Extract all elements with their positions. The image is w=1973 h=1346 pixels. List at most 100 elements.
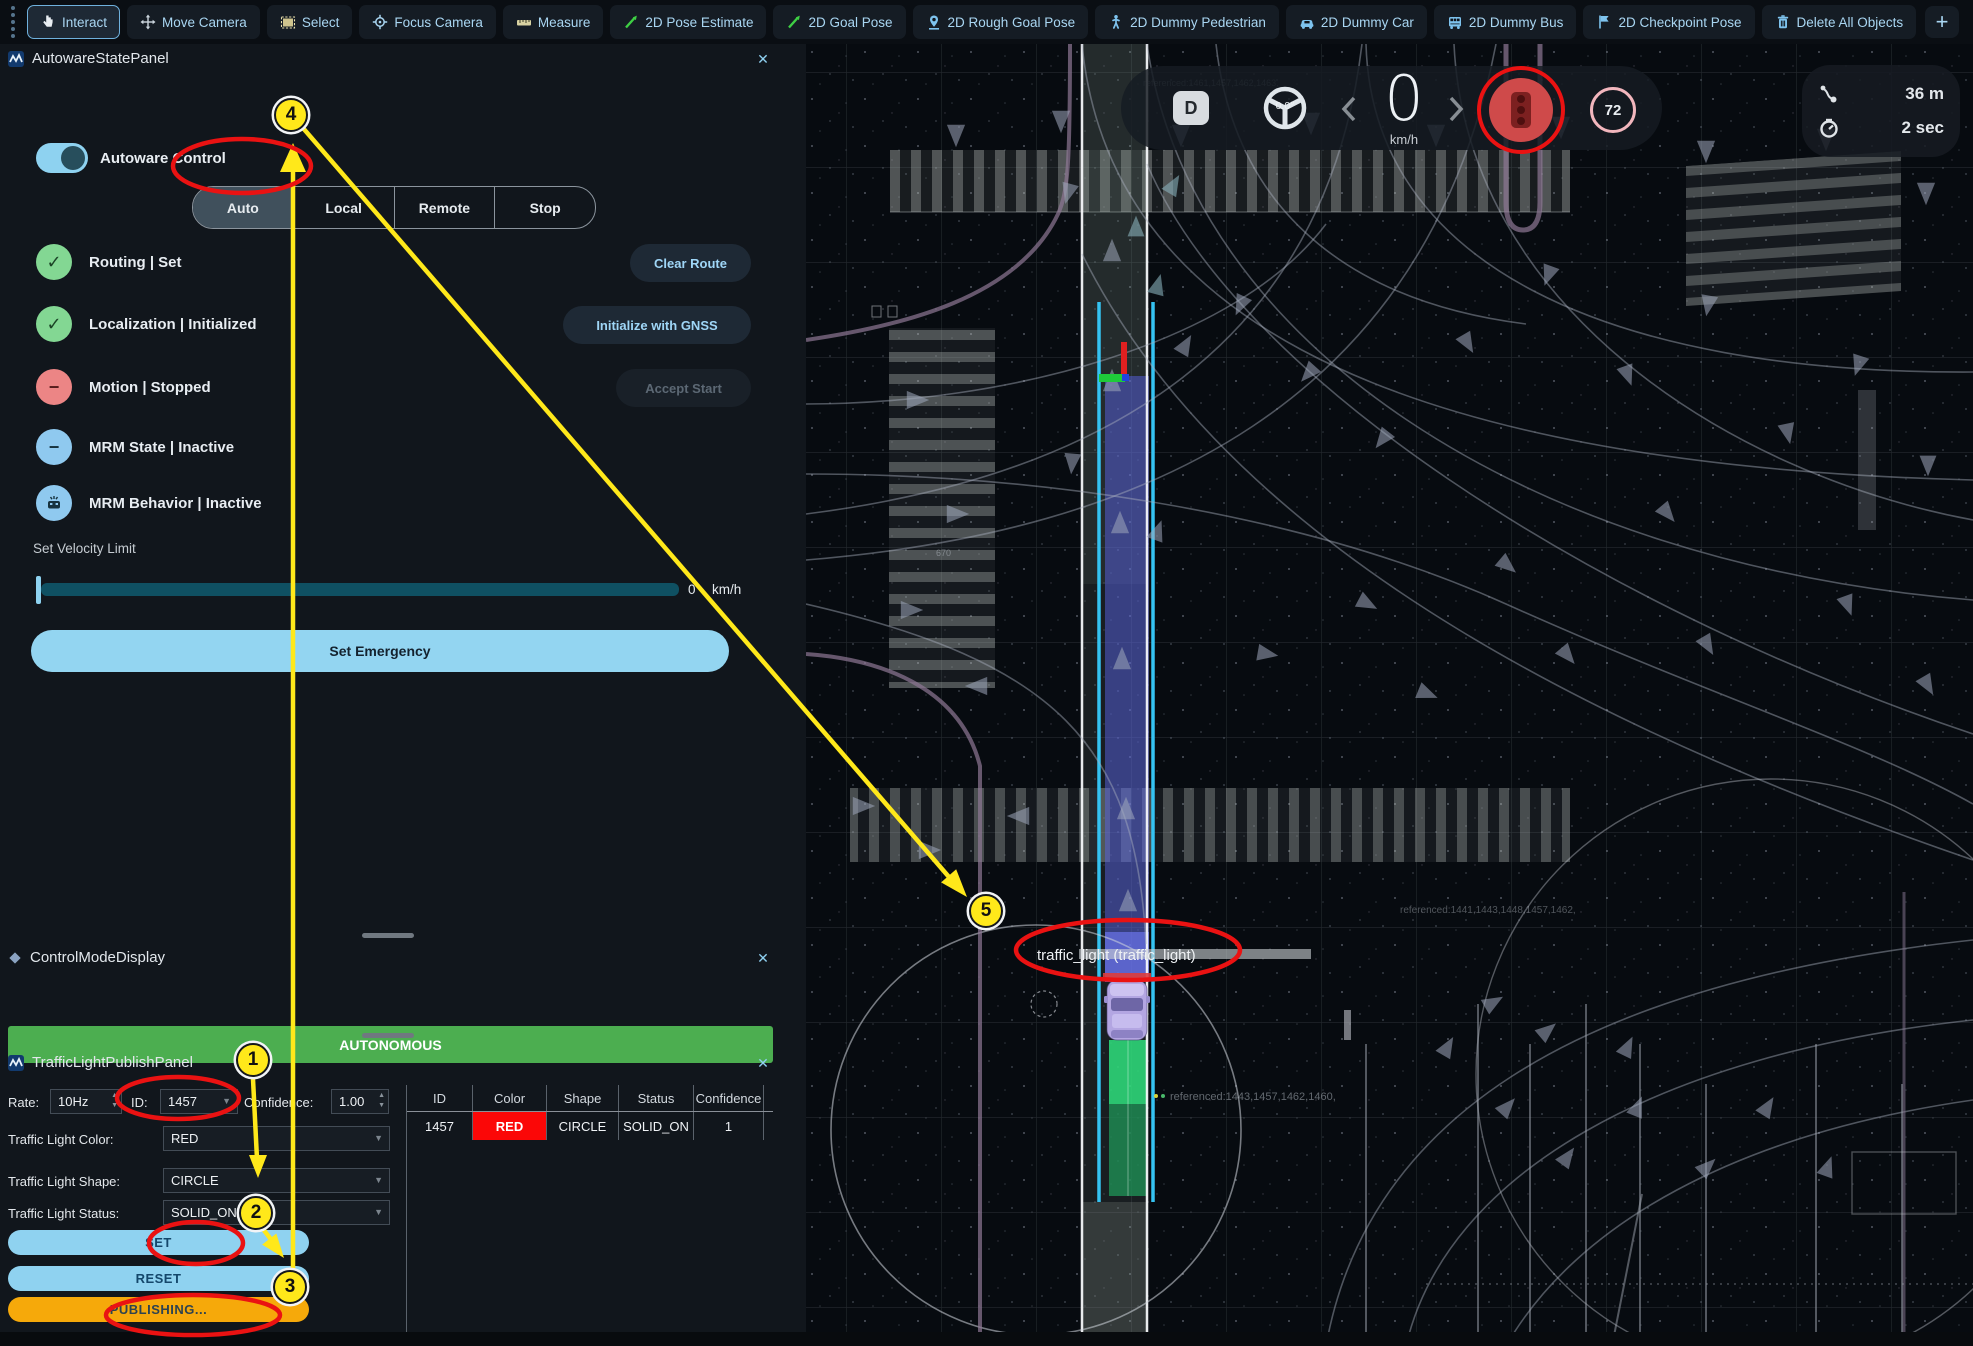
tool-delete-all-objects[interactable]: Delete All Objects [1762, 5, 1917, 39]
window-bottom-edge [0, 1332, 1973, 1346]
map-reference-label: referenced:1443,1457,1462,1460, [1170, 1091, 1336, 1103]
table-row[interactable]: 1457 RED CIRCLE SOLID_ON 1 [407, 1112, 773, 1140]
ego-corridor [1082, 44, 1153, 1346]
toolbar-grip-icon[interactable] [6, 7, 20, 37]
traffic-light-icon [1511, 92, 1531, 128]
tool-2d-rough-goal-pose[interactable]: 2D Rough Goal Pose [913, 5, 1089, 39]
tool-interact[interactable]: Interact [27, 5, 120, 39]
steering-angle-value: 0.0° [1262, 100, 1308, 112]
tool-label: Interact [62, 15, 107, 30]
spin-up-icon[interactable]: ▲ [111, 1091, 118, 1101]
color-select-label: Traffic Light Color: [8, 1132, 114, 1147]
confidence-input[interactable]: 1.00 ▲▼ [331, 1089, 389, 1114]
shape-select[interactable]: CIRCLE ▼ [163, 1168, 390, 1193]
tool-label: Move Camera [162, 15, 247, 30]
velocity-limit-label: Set Velocity Limit [33, 541, 136, 556]
rate-value: 10Hz [58, 1094, 88, 1109]
tool-2d-dummy-bus[interactable]: 2D Dummy Bus [1434, 5, 1577, 39]
autoware-control-toggle[interactable] [36, 143, 88, 173]
autoware-state-panel-header: AutowareStatePanel [8, 50, 169, 67]
panel-drag-handle[interactable] [362, 1033, 414, 1038]
mode-remote[interactable]: Remote [395, 187, 496, 228]
tool-2d-dummy-car[interactable]: 2D Dummy Car [1286, 5, 1427, 39]
autoware-control-label: Autoware Control [100, 150, 226, 167]
rate-label: Rate: [8, 1095, 39, 1110]
initialize-with-gnss-button[interactable]: Initialize with GNSS [563, 306, 751, 344]
close-panel-button[interactable]: ✕ [754, 949, 772, 967]
spin-down-icon[interactable]: ▼ [378, 1101, 385, 1111]
tool-label: Focus Camera [394, 15, 483, 30]
gear-indicator: D [1173, 91, 1209, 125]
col-shape: Shape [547, 1085, 619, 1111]
left-panel-stack: AutowareStatePanel ✕ Autoware Control Au… [0, 44, 806, 1346]
id-value: 1457 [168, 1094, 197, 1109]
status-select[interactable]: SOLID_ON ▼ [163, 1200, 390, 1225]
confidence-label: Confidence: [244, 1095, 313, 1110]
mode-auto[interactable]: Auto [193, 187, 294, 228]
diamond-icon [8, 951, 22, 965]
tool-label: 2D Goal Pose [808, 15, 892, 30]
status-mrm-state: − MRM State | Inactive [36, 429, 234, 465]
close-panel-button[interactable]: ✕ [754, 50, 772, 68]
chevron-right-icon[interactable] [1446, 94, 1466, 124]
tool-2d-goal-pose[interactable]: 2D Goal Pose [773, 5, 905, 39]
goal-arrow-icon [786, 14, 802, 30]
col-id: ID [407, 1085, 473, 1111]
mode-local[interactable]: Local [294, 187, 395, 228]
tool-measure[interactable]: Measure [503, 5, 604, 39]
flag-icon [1596, 14, 1612, 30]
check-icon: ✓ [36, 244, 72, 280]
tool-2d-pose-estimate[interactable]: 2D Pose Estimate [610, 5, 766, 39]
tool-label: 2D Dummy Car [1321, 15, 1414, 30]
status-select-value: SOLID_ON [171, 1205, 237, 1220]
shape-select-value: CIRCLE [171, 1173, 219, 1188]
accept-start-button[interactable]: Accept Start [616, 369, 751, 407]
tool-label: 2D Rough Goal Pose [948, 15, 1076, 30]
cell-color: RED [473, 1112, 547, 1140]
set-button[interactable]: SET [8, 1230, 309, 1255]
shape-select-label: Traffic Light Shape: [8, 1174, 120, 1189]
color-select[interactable]: RED ▼ [163, 1126, 390, 1151]
tool-label: Delete All Objects [1797, 15, 1904, 30]
ego-vehicle [1104, 980, 1150, 1040]
col-confidence: Confidence [694, 1085, 764, 1111]
reset-button[interactable]: RESET [8, 1266, 309, 1291]
pedestrian-icon [1108, 14, 1124, 30]
stopwatch-icon [1818, 117, 1840, 139]
emergency-vehicle-icon [36, 485, 72, 521]
velocity-slider-track[interactable] [41, 583, 679, 596]
publishing-button[interactable]: PUBLISHING... [8, 1297, 309, 1322]
hand-cursor-icon [40, 14, 56, 30]
velocity-unit: km/h [712, 582, 741, 597]
toggle-knob [61, 146, 85, 170]
spin-down-icon[interactable]: ▼ [111, 1101, 118, 1111]
chevron-down-icon: ▼ [374, 1207, 383, 1217]
chevron-left-icon[interactable] [1339, 94, 1359, 124]
tool-label: 2D Pose Estimate [645, 15, 753, 30]
tool-2d-dummy-pedestrian[interactable]: 2D Dummy Pedestrian [1095, 5, 1279, 39]
id-combo[interactable]: 1457 ▼ [160, 1089, 238, 1114]
spin-up-icon[interactable]: ▲ [378, 1091, 385, 1101]
panel-title: ControlModeDisplay [30, 949, 165, 966]
bus-icon [1447, 14, 1463, 30]
cell-id: 1457 [407, 1112, 473, 1140]
tool-select[interactable]: Select [267, 5, 353, 39]
map-canvas: traffic_light (traffic_light) referenced… [806, 44, 1973, 1346]
panel-drag-handle[interactable] [362, 933, 414, 938]
clear-route-button[interactable]: Clear Route [630, 244, 751, 282]
add-tool-button[interactable]: + [1925, 6, 1959, 38]
mode-stop[interactable]: Stop [495, 187, 595, 228]
close-panel-button[interactable]: ✕ [754, 1054, 772, 1072]
tool-move-camera[interactable]: Move Camera [127, 5, 260, 39]
status-mrm-behavior: MRM Behavior | Inactive [36, 485, 262, 521]
cell-confidence: 1 [694, 1112, 764, 1140]
tool-focus-camera[interactable]: Focus Camera [359, 5, 496, 39]
rate-input[interactable]: 10Hz ▲▼ [50, 1089, 122, 1114]
route-eta: 2 sec [1850, 118, 1944, 138]
set-emergency-button[interactable]: Set Emergency [31, 630, 729, 672]
ruler-icon [516, 14, 532, 30]
speed-unit: km/h [1372, 132, 1436, 147]
map-viewport[interactable]: traffic_light (traffic_light) referenced… [806, 44, 1973, 1346]
tool-2d-checkpoint-pose[interactable]: 2D Checkpoint Pose [1583, 5, 1754, 39]
panel-title: AutowareStatePanel [32, 50, 169, 67]
